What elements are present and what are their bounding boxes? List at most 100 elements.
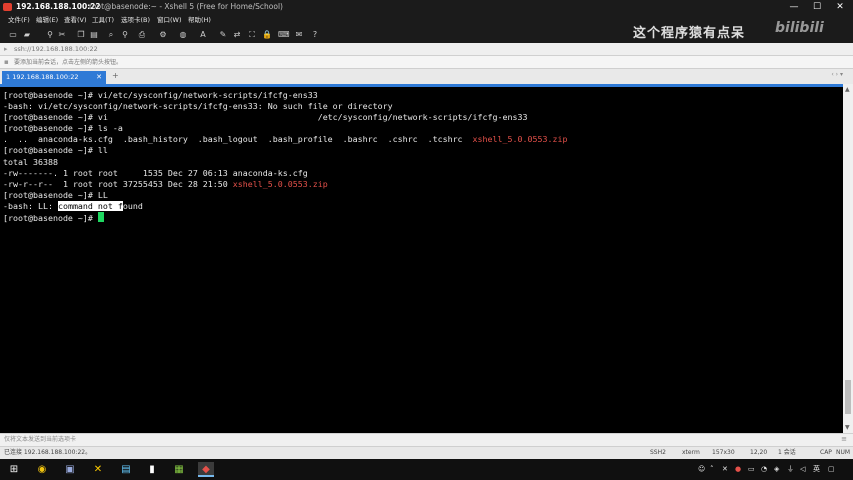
title-bar: 192.168.188.100:22 root@basenode:~ - Xsh… xyxy=(0,0,853,14)
notification-icon[interactable]: ▢ xyxy=(828,463,835,476)
input-method-indicator[interactable]: 英 xyxy=(813,463,820,476)
terminal-scrollbar[interactable]: ▲ ▼ xyxy=(843,84,853,433)
document-icon[interactable]: ▮ xyxy=(144,462,160,477)
selected-text: command not f xyxy=(57,200,123,211)
terminal-line: -bash: vi/etc/sysconfig/network-scripts/… xyxy=(3,101,393,112)
window-title-host: 192.168.188.100:22 xyxy=(16,2,101,11)
globe-icon[interactable]: ◍ xyxy=(178,30,188,40)
terminal-app-icon[interactable]: ▤ xyxy=(118,462,134,477)
window-title: root@basenode:~ - Xshell 5 (Free for Hom… xyxy=(89,2,283,11)
xshell-taskbar-icon[interactable]: ◆ xyxy=(198,462,214,477)
menu-tabs[interactable]: 选项卡(B) xyxy=(121,14,150,27)
folder-icon[interactable]: ▦ xyxy=(171,462,187,477)
protocol-status: SSH2 xyxy=(650,449,666,456)
terminal-line: . .. anaconda-ks.cfg .bash_history .bash… xyxy=(3,134,473,145)
cursor-position: 12,20 xyxy=(750,449,768,456)
script-icon[interactable]: ✎ xyxy=(218,30,228,40)
menu-view[interactable]: 查看(V) xyxy=(64,14,87,27)
tab-session-1[interactable]: 1 192.168.188.100:22 ✕ xyxy=(2,71,106,84)
windows-taskbar: ⊞ ◉ ▣ ✕ ▤ ▮ ▦ ◆ ☺ ˄ ✕ ● ▭ ◔ ◈ ⏚ ◁ 英 ▢ xyxy=(0,459,853,480)
bookmark-icon[interactable]: ▪ xyxy=(4,58,9,66)
terminal-line: [root@basenode ~]# vi /etc/sysconfig/net… xyxy=(3,112,528,123)
scroll-up-icon[interactable]: ▲ xyxy=(845,86,850,93)
close-button[interactable]: ✕ xyxy=(829,0,851,14)
compose-input[interactable]: 仅将文本发送到当前选项卡 xyxy=(4,434,76,446)
tray-arrow-icon[interactable]: ˄ xyxy=(710,463,714,476)
address-bar[interactable]: ▸ ssh://192.168.188.100:22 xyxy=(0,43,853,56)
tab-navigation[interactable]: ‹ › ▾ xyxy=(831,71,843,78)
print-icon[interactable]: ⎙ xyxy=(137,30,147,40)
terminal-line: -bash: LL: xyxy=(3,200,58,211)
minimize-button[interactable]: — xyxy=(783,0,805,14)
terminal-prompt: [root@basenode ~]# xyxy=(3,213,98,224)
terminal-line: [root@basenode ~]# ll xyxy=(3,145,108,156)
maximize-button[interactable]: ☐ xyxy=(806,0,828,14)
tray-volume-icon[interactable]: ◁ xyxy=(800,463,805,476)
windows-start-icon[interactable]: ⊞ xyxy=(6,462,22,477)
terminal-cursor xyxy=(97,212,104,223)
open-folder-icon[interactable]: ▰ xyxy=(22,30,32,40)
tray-people-icon[interactable]: ☺ xyxy=(698,463,705,476)
status-bar: 已连接 192.168.188.100:22。 SSH2 xterm 157x3… xyxy=(0,446,853,459)
num-indicator: NUM xyxy=(836,449,851,456)
scroll-down-icon[interactable]: ▼ xyxy=(845,424,850,431)
compose-menu-icon[interactable]: ≡ xyxy=(841,435,847,443)
add-tab-button[interactable]: + xyxy=(112,71,119,80)
tray-usb-icon[interactable]: ⏚ xyxy=(787,463,794,476)
terminal-line: [root@basenode ~]# ls -a xyxy=(3,123,123,134)
lock-icon[interactable]: 🔒 xyxy=(262,30,272,40)
tab-label: 1 192.168.188.100:22 xyxy=(6,73,79,81)
close-tab-icon[interactable]: ✕ xyxy=(96,71,102,84)
session-hint-bar: ▪ 要添加当前会话，点击左侧的箭头按钮。 xyxy=(0,56,853,69)
tab-bar: 1 192.168.188.100:22 ✕ + ‹ › ▾ xyxy=(0,69,853,84)
help-icon[interactable]: ? xyxy=(310,30,320,40)
copy-icon[interactable]: ❐ xyxy=(76,30,86,40)
search-icon[interactable]: ⚲ xyxy=(120,30,130,40)
connection-status: 已连接 192.168.188.100:22。 xyxy=(4,449,92,456)
terminal-line: -rw-r--r-- 1 root root 37255453 Dec 28 2… xyxy=(3,178,233,189)
tray-shield-icon[interactable]: ◈ xyxy=(774,463,779,476)
tray-wifi-icon[interactable]: ◔ xyxy=(761,463,767,476)
address-input[interactable]: ssh://192.168.188.100:22 xyxy=(14,43,98,56)
transfer-icon[interactable]: ⇄ xyxy=(232,30,242,40)
expand-icon[interactable]: ⛶ xyxy=(247,30,257,40)
compose-bar[interactable]: 仅将文本发送到当前选项卡 ≡ xyxy=(0,433,853,446)
menu-help[interactable]: 帮助(H) xyxy=(188,14,211,27)
caps-indicator: CAP xyxy=(820,449,832,456)
settings-icon[interactable]: ⚙ xyxy=(158,30,168,40)
terminal-line: -rw-------. 1 root root 1535 Dec 27 06:1… xyxy=(3,167,308,178)
zip-file-name: xshell_5.0.0553.zip xyxy=(232,178,328,189)
terminal-line: [root@basenode ~]# vi/etc/sysconfig/netw… xyxy=(3,90,318,100)
scroll-thumb[interactable] xyxy=(845,380,851,414)
terminal-type: xterm xyxy=(682,449,700,456)
menu-tools[interactable]: 工具(T) xyxy=(92,14,114,27)
tray-app-icon[interactable]: ✕ xyxy=(722,463,728,476)
compose-icon[interactable]: ✉ xyxy=(294,30,304,40)
terminal-line: total 36388 xyxy=(3,156,58,167)
find-icon[interactable]: ⌕ xyxy=(106,30,116,40)
bilibili-logo-watermark: bilibili xyxy=(775,20,824,36)
font-icon[interactable]: A xyxy=(198,30,208,40)
xshell-app-icon xyxy=(3,3,12,11)
terminal-line: ound xyxy=(122,200,143,211)
tray-record-icon[interactable]: ● xyxy=(735,463,741,476)
session-hint-text: 要添加当前会话，点击左侧的箭头按钮。 xyxy=(14,59,123,66)
terminal-size: 157x30 xyxy=(712,449,735,456)
xmanager-icon[interactable]: ✕ xyxy=(90,462,106,477)
address-icon: ▸ xyxy=(4,45,8,53)
keyboard-icon[interactable]: ⌨ xyxy=(278,30,290,40)
zip-file-name: xshell_5.0.0553.zip xyxy=(472,134,568,145)
terminal-output: [root@basenode ~]# vi/etc/sysconfig/netw… xyxy=(3,90,567,224)
menu-window[interactable]: 窗口(W) xyxy=(157,14,182,27)
terminal-area[interactable]: [root@basenode ~]# vi/etc/sysconfig/netw… xyxy=(0,84,843,433)
tray-network-icon[interactable]: ▭ xyxy=(748,463,755,476)
disconnect-icon[interactable]: ✂ xyxy=(57,30,67,40)
new-session-icon[interactable]: ▭ xyxy=(8,30,18,40)
app-icon[interactable]: ▣ xyxy=(62,462,78,477)
menu-edit[interactable]: 编辑(E) xyxy=(36,14,58,27)
chrome-icon[interactable]: ◉ xyxy=(34,462,50,477)
terminal-line: [root@basenode ~]# LL xyxy=(3,189,108,200)
connect-icon[interactable]: ⚲ xyxy=(45,30,55,40)
menu-file[interactable]: 文件(F) xyxy=(8,14,30,27)
paste-icon[interactable]: ▤ xyxy=(89,30,99,40)
